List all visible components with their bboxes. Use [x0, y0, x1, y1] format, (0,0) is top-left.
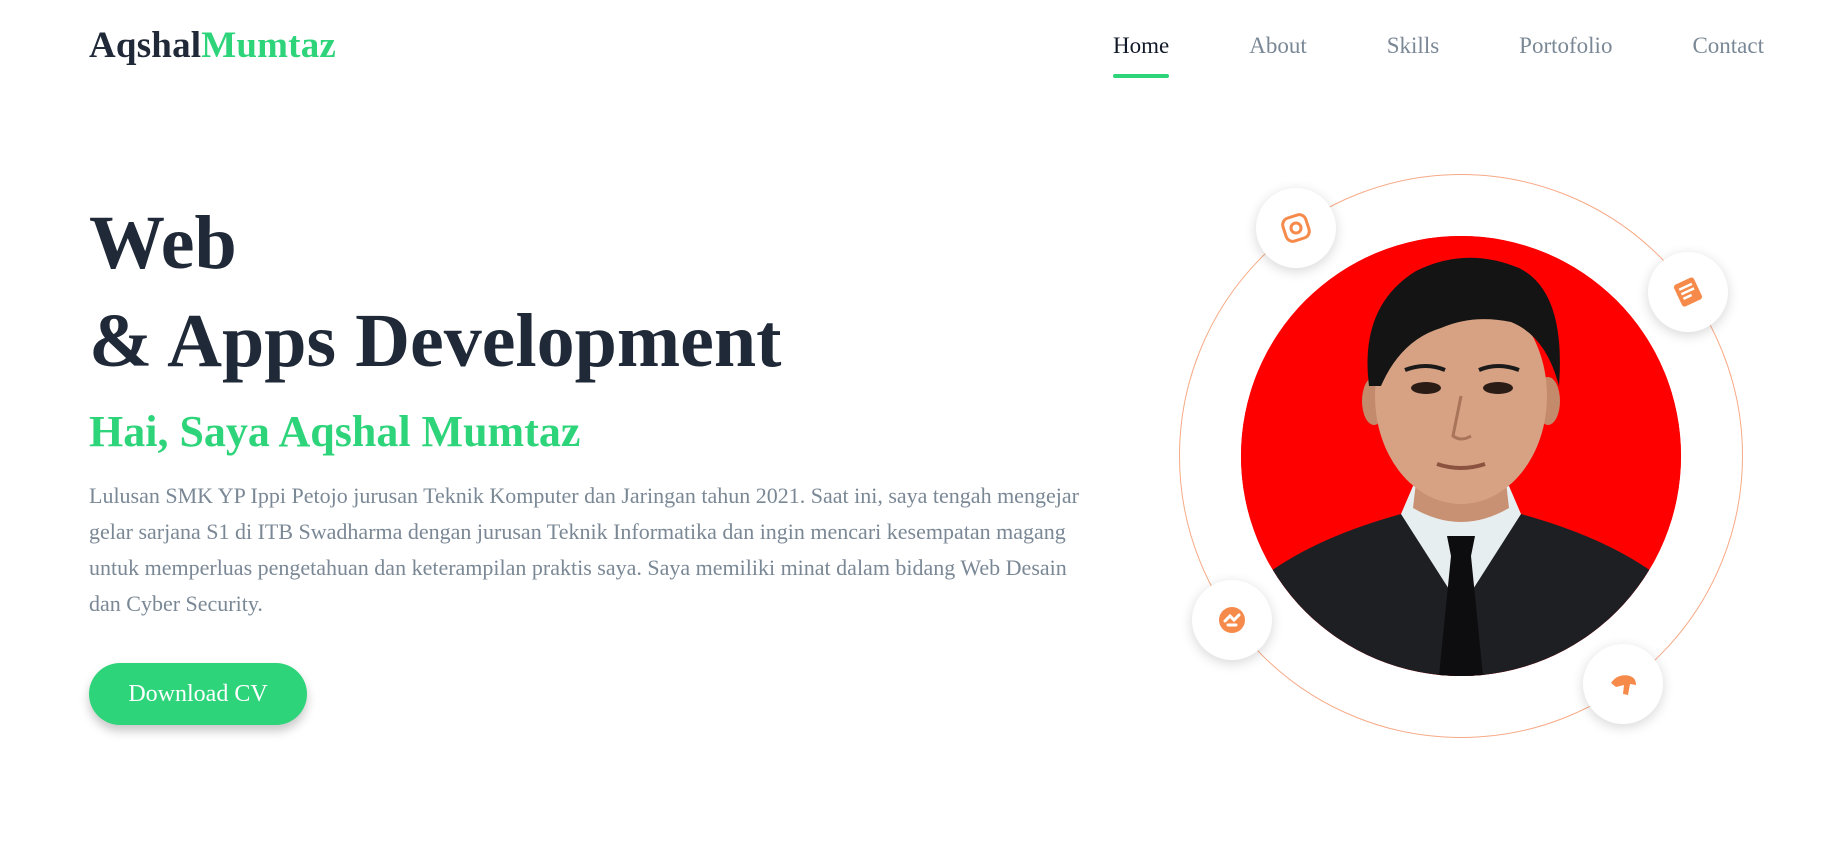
hero-title-line1: Web	[89, 201, 237, 285]
fiverr-link[interactable]	[1583, 644, 1663, 724]
fiverr-icon	[1611, 675, 1636, 695]
instagram-icon	[1281, 213, 1311, 243]
navbar: AqshalMumtaz Home About Skills Portofoli…	[0, 0, 1837, 96]
download-cv-button[interactable]: Download CV	[89, 663, 307, 725]
hero-title: Web & Apps Development	[89, 194, 781, 390]
hero-title-line2: & Apps Development	[89, 299, 782, 383]
profile-photo	[1241, 236, 1681, 676]
nav-about[interactable]: About	[1249, 32, 1307, 72]
nav-home[interactable]: Home	[1113, 32, 1170, 78]
stackoverflow-icon	[1673, 277, 1703, 307]
stackoverflow-link[interactable]	[1648, 252, 1728, 332]
nav-skills[interactable]: Skills	[1387, 32, 1439, 72]
codepen-icon	[1219, 607, 1245, 633]
codepen-link[interactable]	[1192, 580, 1272, 660]
nav-portofolio[interactable]: Portofolio	[1519, 32, 1612, 72]
bio-text: Lulusan SMK YP Ippi Petojo jurusan Tekni…	[89, 483, 1079, 616]
instagram-link[interactable]	[1256, 188, 1336, 268]
logo[interactable]: AqshalMumtaz	[89, 26, 336, 66]
greeting: Hai, Saya Aqshal Mumtaz	[89, 407, 581, 456]
logo-second: Mumtaz	[201, 25, 337, 66]
nav-menu: Home About Skills Portofolio Contact	[1113, 32, 1764, 78]
logo-first: Aqshal	[89, 25, 202, 66]
nav-contact[interactable]: Contact	[1692, 32, 1764, 72]
